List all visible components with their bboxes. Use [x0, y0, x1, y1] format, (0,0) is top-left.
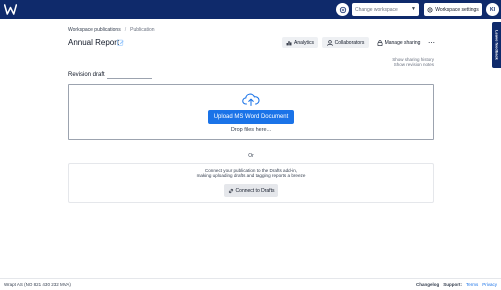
page-title: Annual Report	[68, 38, 120, 47]
cloud-upload-icon	[242, 93, 260, 107]
show-revision-notes-link[interactable]: Show revision notes	[392, 62, 434, 67]
edit-title-icon[interactable]	[117, 39, 124, 46]
analytics-button[interactable]: Analytics	[282, 37, 318, 48]
link-icon	[228, 188, 233, 193]
footer-divider	[0, 278, 501, 279]
notifications-button[interactable]	[336, 3, 349, 16]
terms-link[interactable]: Terms	[466, 282, 478, 287]
changelog-link[interactable]: Changelog	[416, 282, 439, 287]
footer-links: Changelog Support: Terms Privacy	[416, 282, 497, 287]
revision-draft-divider	[107, 78, 152, 79]
workspace-settings-button[interactable]: Workspace settings	[424, 3, 482, 16]
collaborators-label: Collaborators	[334, 39, 365, 46]
breadcrumb-separator: /	[124, 27, 127, 33]
workspace-select[interactable]: Change workspace ▼	[352, 3, 419, 16]
support-label: Support:	[443, 282, 462, 287]
breadcrumb: Workspace publications / Publication	[68, 27, 155, 33]
feedback-side-tab[interactable]: Leave feedback	[492, 22, 501, 68]
workspace-select-placeholder: Change workspace	[355, 6, 398, 13]
lock-icon	[377, 39, 382, 46]
user-icon	[326, 39, 333, 46]
breadcrumb-workspace-publications[interactable]: Workspace publications	[68, 27, 121, 33]
user-avatar[interactable]: KI	[486, 3, 499, 16]
upload-word-document-button[interactable]: Upload MS Word Document	[208, 110, 294, 124]
bell-icon	[339, 6, 346, 13]
analytics-label: Analytics	[293, 39, 314, 46]
chart-bars-icon	[286, 40, 292, 45]
manage-sharing-button[interactable]: Manage sharing	[374, 37, 423, 48]
connect-to-drafts-label: Connect to Drafts	[235, 187, 275, 194]
top-navigation-bar: Change workspace ▼ Workspace settings KI	[0, 0, 501, 19]
revision-draft-title: Revision draft	[68, 72, 105, 78]
more-options-button[interactable]: ⋯	[426, 37, 437, 48]
privacy-link[interactable]: Privacy	[482, 282, 497, 287]
revision-side-links: Show sharing history Show revision notes	[392, 57, 434, 67]
collaborators-button[interactable]: Collaborators	[322, 37, 369, 48]
workspace-settings-label: Workspace settings	[435, 6, 479, 13]
drop-files-hint: Drop files here...	[230, 127, 272, 133]
breadcrumb-current: Publication	[130, 27, 155, 33]
connect-description-line-2: making uploading drafts and tagging repo…	[196, 173, 306, 178]
footer-company: Wrapt AS (NO 821 430 232 MVA)	[4, 282, 71, 287]
feedback-side-tab-label: Leave feedback	[494, 30, 499, 60]
chevron-down-icon: ▼	[411, 6, 416, 12]
manage-sharing-label: Manage sharing	[384, 39, 421, 46]
connect-to-drafts-button[interactable]: Connect to Drafts	[224, 184, 278, 197]
gear-icon	[427, 7, 433, 12]
or-divider-text: Or	[248, 153, 254, 159]
connect-drafts-description: Connect your publication to the Drafts a…	[180, 168, 322, 178]
wrapt-logo-icon[interactable]	[4, 3, 17, 16]
